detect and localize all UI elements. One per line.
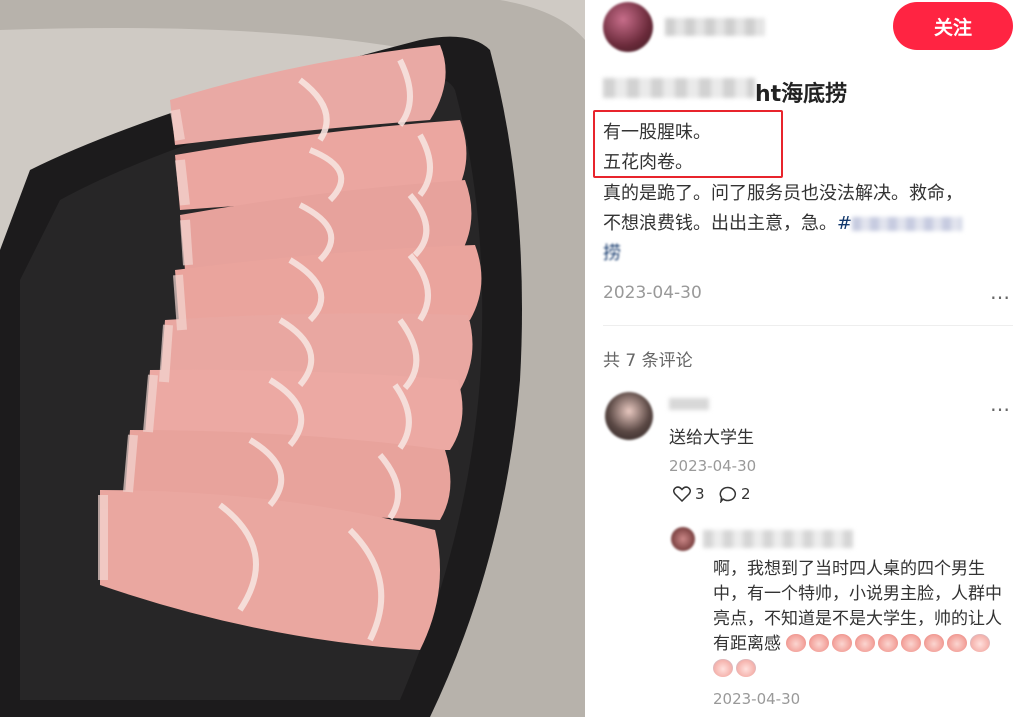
emoji-icon <box>901 634 922 652</box>
emoji-icon <box>855 634 876 652</box>
comment-more-icon[interactable]: … <box>990 392 1011 416</box>
hotpot-meat-plate-image <box>0 0 585 717</box>
like-button[interactable]: 3 <box>673 485 705 503</box>
reply-button[interactable]: 2 <box>719 485 751 503</box>
follow-button[interactable]: 关注 <box>893 2 1013 50</box>
hashtag-link[interactable]: # <box>837 213 963 234</box>
emoji-icon <box>924 634 945 652</box>
comment-bubble-icon <box>719 486 737 503</box>
author-name-blurred[interactable] <box>665 18 765 36</box>
emoji-icon <box>786 634 807 652</box>
comment-text: 送给大学生 <box>669 428 754 448</box>
hashtag-blurred <box>852 217 963 231</box>
post-body-text: 不想浪费钱。出出主意，急。 <box>603 213 837 234</box>
replier-avatar[interactable] <box>671 527 695 551</box>
commenter-name-blurred[interactable] <box>669 398 709 410</box>
heart-icon <box>673 486 691 502</box>
crying-emoji-icon <box>736 659 756 677</box>
divider <box>603 325 1013 326</box>
reply-count: 2 <box>741 485 751 503</box>
reply-date: 2023-04-30 <box>713 690 801 708</box>
post-title: ht海底捞 <box>755 82 848 107</box>
post-detail-panel: 关注 ht海底捞 有一股腥味。 五花肉卷。 真的是跪了。问了服务员也没法解决。救… <box>585 0 1031 717</box>
hashtag-end: 捞 <box>603 243 621 264</box>
emoji-icon <box>947 634 968 652</box>
reply-content: 啊，我想到了当时四人桌的四个男生中，有一个特帅，小说男主脸，人群中亮点，不知道是… <box>713 557 1013 682</box>
post-body-line-2: 不想浪费钱。出出主意，急。# <box>603 209 963 235</box>
highlight-line-1: 有一股腥味。 <box>603 122 711 143</box>
author-avatar[interactable] <box>603 2 653 52</box>
post-title-blurred <box>603 78 755 98</box>
comment-date: 2023-04-30 <box>669 457 757 475</box>
hashtag-symbol: # <box>837 213 853 234</box>
post-date: 2023-04-30 <box>603 283 702 303</box>
comment-count: 共 7 条评论 <box>603 351 693 371</box>
post-more-icon[interactable]: … <box>990 280 1011 304</box>
post-photo[interactable] <box>0 0 585 717</box>
crying-emoji-icon <box>970 634 991 652</box>
highlight-line-2: 五花肉卷。 <box>603 152 693 173</box>
post-body-line-1: 真的是跪了。问了服务员也没法解决。救命， <box>603 183 963 204</box>
emoji-icon <box>878 634 899 652</box>
like-count: 3 <box>695 485 705 503</box>
emoji-icon <box>832 634 853 652</box>
commenter-avatar[interactable] <box>605 392 653 440</box>
emoji-icon <box>809 634 830 652</box>
replier-name-blurred[interactable] <box>703 530 853 548</box>
crying-emoji-icon <box>713 659 733 677</box>
hashtag-continuation[interactable]: 捞 <box>603 239 621 265</box>
